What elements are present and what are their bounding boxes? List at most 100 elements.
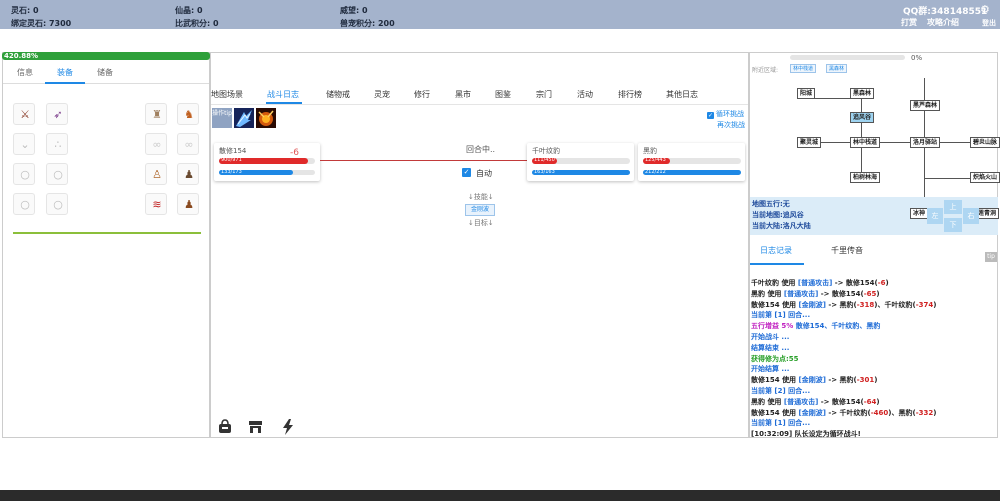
log-segment: )、千叶纹豹( [874, 300, 916, 309]
tab-pet[interactable]: 灵宠 [374, 89, 390, 100]
map-node[interactable]: 黑森林 [850, 88, 875, 99]
map-node-current[interactable]: 追风谷 [850, 112, 875, 123]
tab-cultivation[interactable]: 修行 [414, 89, 430, 100]
log-segment: 散修154 [751, 300, 783, 309]
equip-slot-robe[interactable]: ♙ [145, 163, 167, 185]
guide-link[interactable]: 攻略介绍 [927, 17, 959, 28]
equip-slot-shoes[interactable]: ♟ [177, 193, 199, 215]
lightning-icon[interactable] [282, 419, 294, 435]
log-segment: [普通攻击] [783, 397, 819, 406]
map-node[interactable]: 碧炎山脉 [970, 137, 1000, 148]
dpad-right-button[interactable]: 右 [963, 208, 979, 224]
map-node[interactable]: 冰神 [910, 208, 929, 219]
shop-icon[interactable] [248, 420, 263, 434]
tab-sect[interactable]: 宗门 [536, 89, 552, 100]
map-node[interactable]: 聚灵城 [797, 137, 822, 148]
enemy-name: 千叶纹豹 [532, 147, 560, 155]
tab-map-scene[interactable]: 地图场景 [211, 89, 243, 100]
enemy-hp-bar: 111/450 [532, 157, 630, 164]
log-segment: 黑豹 [751, 289, 768, 298]
tab-equipment[interactable]: 装备 [45, 62, 85, 84]
log-segment: 散修154 [751, 376, 783, 385]
map-node[interactable]: 黑芦森林 [910, 100, 941, 111]
equip-slot-weapon[interactable]: ⚔ [13, 103, 35, 125]
log-segment: -460 [870, 408, 889, 417]
operation-tip-button[interactable]: 操作tip [212, 108, 232, 128]
equip-slot-armor[interactable]: ♞ [177, 103, 199, 125]
log-segment: [金刚波] [798, 376, 826, 385]
log-line: 五行增益 5% 散修154、千叶纹豹、黑豹 [751, 322, 880, 331]
tab-storage-ring[interactable]: 储物戒 [326, 89, 350, 100]
gear-icon[interactable]: ⚙ [980, 3, 990, 16]
boots-icon: ♟ [184, 168, 194, 181]
current-continent: 当前大陆:洛凡大陆 [752, 222, 811, 230]
tab-message[interactable]: 千里传音 [831, 245, 863, 256]
skill-ice-icon[interactable] [234, 108, 254, 128]
bag-icon[interactable] [218, 419, 232, 434]
logout-link[interactable]: 登出 [982, 18, 996, 28]
tip-button[interactable]: tip [985, 252, 997, 262]
equip-slot-sash[interactable]: ≋ [145, 193, 167, 215]
equip-slot-offhand[interactable]: ➶ [46, 103, 68, 125]
log-line: 开始结算 ... [751, 365, 789, 374]
nearby-area-tag[interactable]: 黑森林 [826, 64, 848, 73]
log-segment: -> 千叶纹豹( [825, 408, 871, 417]
equip-slot-boots[interactable]: ♟ [177, 163, 199, 185]
player-hp-text: 900/971 [221, 157, 242, 163]
tab-black-market[interactable]: 黑市 [455, 89, 471, 100]
equip-slot-earring[interactable]: ∴ [46, 133, 68, 155]
tab-codex[interactable]: 图鉴 [495, 89, 511, 100]
main-panel [210, 52, 749, 438]
dpad-down-button[interactable]: 下 [944, 218, 962, 232]
log-line: 千叶纹豹 使用 [普通攻击] -> 散修154(-6) [751, 279, 889, 288]
map-node[interactable]: 柏树林海 [850, 172, 881, 183]
cycle-challenge-checkbox[interactable]: ✓ 循环挑战 [707, 109, 744, 119]
enemy-hp-text: 111/450 [534, 157, 555, 163]
enemy-hp-bar: 125/443 [643, 157, 741, 164]
equip-slot-ring-3[interactable]: ○ [13, 193, 35, 215]
earring-icon: ∴ [54, 138, 62, 151]
nearby-area-tag[interactable]: 林中栈道 [790, 64, 817, 73]
equip-slot-belt[interactable]: ∞ [145, 133, 167, 155]
active-tab-indicator [750, 263, 804, 265]
map-node[interactable]: 林中栈道 [850, 137, 881, 148]
dpad-left-button[interactable]: 左 [927, 208, 943, 224]
tab-storage[interactable]: 储备 [85, 62, 125, 84]
equip-slot-ring-4[interactable]: ○ [46, 193, 68, 215]
map-node[interactable]: 洛月驿站 [910, 137, 941, 148]
log-segment: 当前第 [1] 回合... [751, 419, 811, 428]
equip-slot-necklace[interactable]: ⌄ [13, 133, 35, 155]
enemy-card[interactable]: 千叶纹豹 111/450 163/163 [527, 143, 634, 181]
tab-ranking[interactable]: 排行榜 [618, 89, 642, 100]
qq-group-text: QQ群:348148551 [903, 7, 988, 17]
log-line: 散修154 使用 [金刚波] -> 黑豹(-301) [751, 376, 877, 385]
equip-slot-helmet[interactable]: ♜ [145, 103, 167, 125]
belt-icon: ∞ [152, 138, 162, 151]
map-node[interactable]: 炽焰火山 [970, 172, 1000, 183]
tab-other-logs[interactable]: 其他日志 [666, 89, 698, 100]
tab-info[interactable]: 信息 [5, 62, 45, 84]
auto-checkbox[interactable]: ✓ [462, 168, 471, 177]
map-node[interactable]: 阳城 [797, 88, 816, 99]
log-segment: 散修154、千叶纹豹、黑豹 [795, 322, 881, 331]
cycle-challenge-label: 循环挑战 [716, 110, 744, 118]
skill-jingangbo-button[interactable]: 金刚波 [465, 204, 495, 216]
equip-slot-bracer[interactable]: ∞ [177, 133, 199, 155]
challenge-again-link[interactable]: 再次挑战 [717, 120, 745, 130]
auto-label: 自动 [476, 169, 492, 178]
enemy-card[interactable]: 黑豹 125/443 212/212 [638, 143, 745, 181]
reward-link[interactable]: 打赏 [901, 17, 917, 28]
ring-icon: ○ [20, 168, 30, 181]
dpad-up-button[interactable]: 上 [944, 200, 962, 214]
skill-fire-icon[interactable] [256, 108, 276, 128]
player-card[interactable]: 散修154 900/971 133/173 [214, 143, 320, 181]
divider [13, 232, 201, 234]
log-segment: -301 [856, 376, 875, 385]
tab-battle-log[interactable]: 战斗日志 [267, 89, 299, 100]
nearby-area-label: 附近区域: [752, 67, 779, 74]
equip-slot-ring-2[interactable]: ○ [46, 163, 68, 185]
tab-events[interactable]: 活动 [577, 89, 593, 100]
tab-log-records[interactable]: 日志记录 [760, 245, 792, 256]
log-segment: [金刚波] [798, 300, 826, 309]
equip-slot-ring-1[interactable]: ○ [13, 163, 35, 185]
